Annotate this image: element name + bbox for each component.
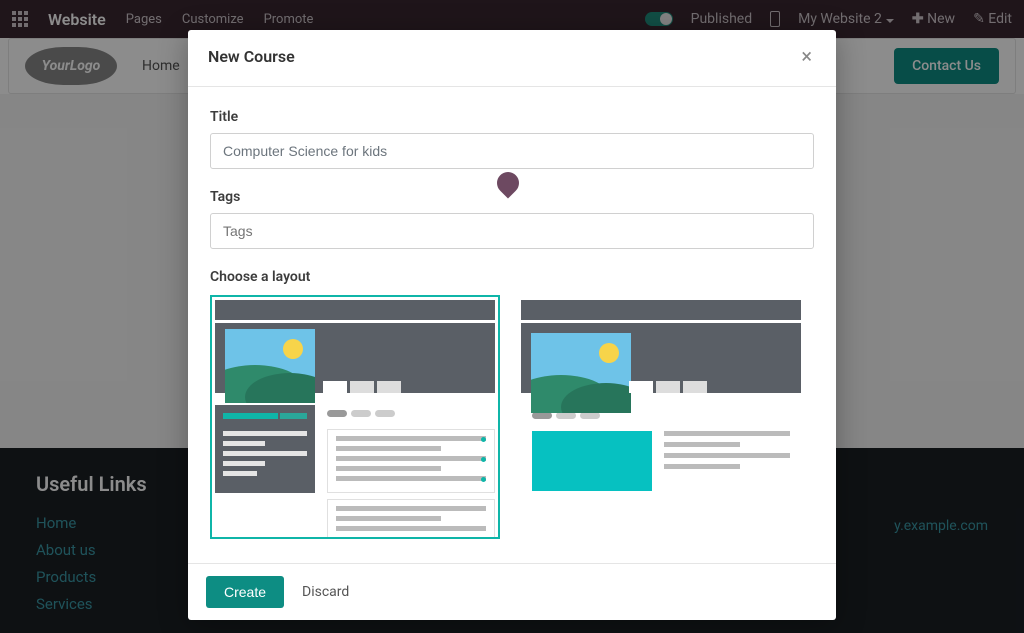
new-course-modal: New Course × Title Tags Choose a layout xyxy=(188,30,836,620)
create-button[interactable]: Create xyxy=(206,576,284,608)
modal-footer: Create Discard xyxy=(188,563,836,620)
modal-body[interactable]: Title Tags Choose a layout xyxy=(188,87,836,563)
layout-options xyxy=(210,295,814,539)
layout-option-2[interactable] xyxy=(516,295,806,539)
modal-title: New Course xyxy=(208,47,295,66)
title-label: Title xyxy=(210,109,814,125)
course-title-input[interactable] xyxy=(210,133,814,169)
layout-label: Choose a layout xyxy=(210,269,814,285)
modal-header: New Course × xyxy=(188,30,836,87)
close-icon[interactable]: × xyxy=(797,44,816,68)
course-tags-input[interactable] xyxy=(210,213,814,249)
layout-option-1[interactable] xyxy=(210,295,500,539)
discard-button[interactable]: Discard xyxy=(302,584,349,600)
